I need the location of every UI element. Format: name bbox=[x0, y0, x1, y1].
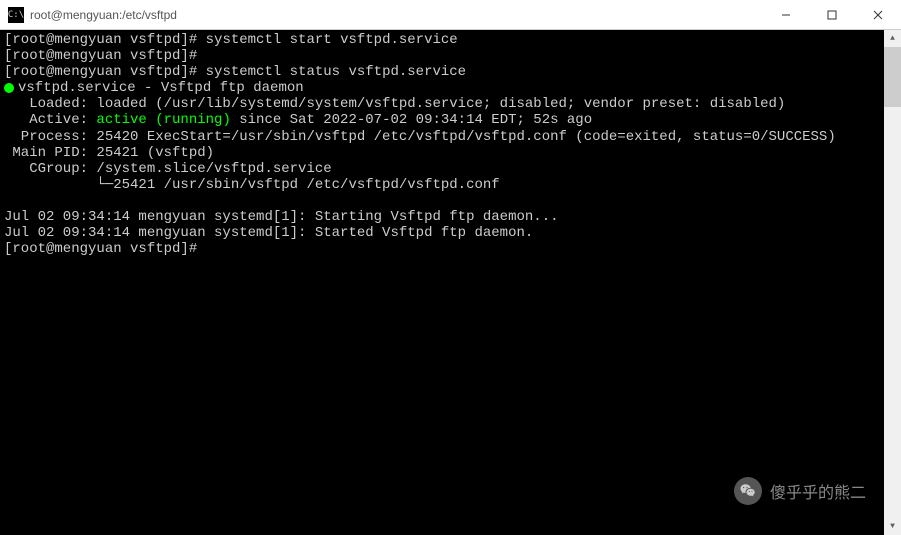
shell-prompt: [root@mengyuan vsftpd]# bbox=[4, 241, 206, 257]
status-dot-icon bbox=[4, 83, 14, 93]
minimize-button[interactable] bbox=[763, 0, 809, 29]
loaded-line: Loaded: loaded (/usr/lib/systemd/system/… bbox=[4, 96, 785, 112]
log-line: Jul 02 09:34:14 mengyuan systemd[1]: Sta… bbox=[4, 209, 559, 225]
cgroup-line: CGroup: /system.slice/vsftpd.service bbox=[4, 161, 332, 177]
active-suffix: since Sat 2022-07-02 09:34:14 EDT; 52s a… bbox=[231, 112, 592, 128]
window-title: root@mengyuan:/etc/vsftpd bbox=[30, 8, 763, 22]
shell-prompt: [root@mengyuan vsftpd]# bbox=[4, 32, 206, 48]
terminal-container: [root@mengyuan vsftpd]# systemctl start … bbox=[0, 30, 901, 535]
scrollbar-up-arrow-icon[interactable]: ▲ bbox=[884, 30, 901, 47]
cgroup-child-line: └─25421 /usr/sbin/vsftpd /etc/vsftpd/vsf… bbox=[4, 177, 500, 193]
shell-prompt: [root@mengyuan vsftpd]# bbox=[4, 64, 206, 80]
vertical-scrollbar[interactable]: ▲ ▼ bbox=[884, 30, 901, 535]
shell-prompt: [root@mengyuan vsftpd]# bbox=[4, 48, 206, 64]
scrollbar-thumb[interactable] bbox=[884, 47, 901, 107]
active-prefix: Active: bbox=[4, 112, 96, 128]
process-line: Process: 25420 ExecStart=/usr/sbin/vsftp… bbox=[4, 129, 836, 145]
maximize-button[interactable] bbox=[809, 0, 855, 29]
maximize-icon bbox=[827, 10, 837, 20]
log-line: Jul 02 09:34:14 mengyuan systemd[1]: Sta… bbox=[4, 225, 533, 241]
active-status: active (running) bbox=[96, 112, 230, 128]
terminal-output[interactable]: [root@mengyuan vsftpd]# systemctl start … bbox=[0, 30, 884, 535]
window-controls bbox=[763, 0, 901, 29]
close-button[interactable] bbox=[855, 0, 901, 29]
watermark-text: 傻乎乎的熊二 bbox=[770, 479, 866, 503]
command-text: systemctl start vsftpd.service bbox=[206, 32, 458, 48]
terminal-app-icon: C:\ bbox=[8, 7, 24, 23]
minimize-icon bbox=[781, 10, 791, 20]
scrollbar-down-arrow-icon[interactable]: ▼ bbox=[884, 518, 901, 535]
command-text: systemctl status vsftpd.service bbox=[206, 64, 466, 80]
service-name-line: vsftpd.service - Vsftpd ftp daemon bbox=[18, 80, 304, 96]
window-titlebar: C:\ root@mengyuan:/etc/vsftpd bbox=[0, 0, 901, 30]
mainpid-line: Main PID: 25421 (vsftpd) bbox=[4, 145, 214, 161]
watermark: 傻乎乎的熊二 bbox=[734, 477, 866, 505]
wechat-icon bbox=[734, 477, 762, 505]
close-icon bbox=[873, 10, 883, 20]
